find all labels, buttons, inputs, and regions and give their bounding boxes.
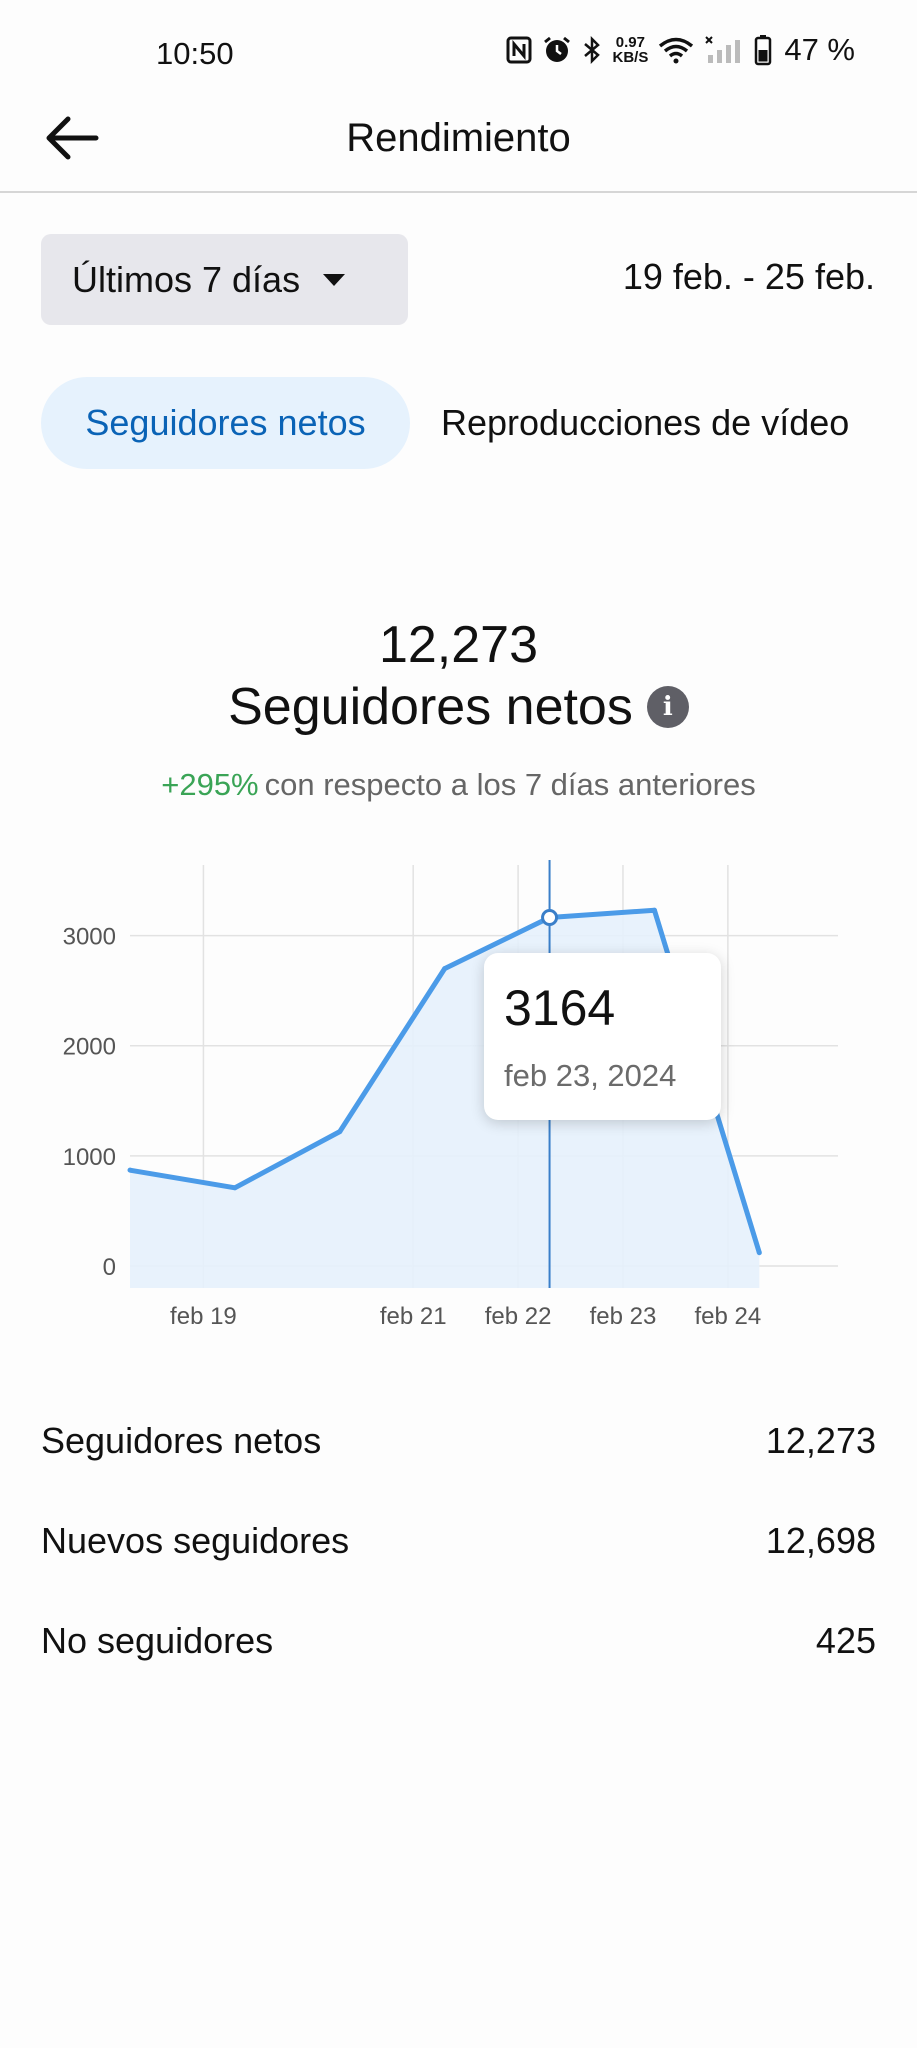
bluetooth-icon <box>584 35 601 65</box>
status-icons: 0.97 KB/S 47 % <box>506 32 855 68</box>
date-range-dropdown-label: Últimos 7 días <box>72 258 301 300</box>
followers-line-chart[interactable]: 0100020003000 feb 19 feb 21 feb 22 feb 23 fe… <box>0 860 917 1340</box>
chart-point-2[interactable] <box>337 1129 343 1135</box>
wifi-icon <box>659 37 694 64</box>
comparison-description: con respecto a los 7 días anteriores <box>264 767 756 802</box>
x-tick-label: feb 24 <box>694 1303 761 1330</box>
stat-value: 425 <box>815 1620 876 1661</box>
tab-seguidores-netos[interactable]: Seguidores netos <box>41 377 410 469</box>
metric-title-row: Seguidores netos i <box>0 677 917 737</box>
chart-point-6[interactable] <box>756 1250 762 1256</box>
comparison-text: +295% con respecto a los 7 días anteriore… <box>0 767 917 803</box>
caret-down-icon <box>323 273 346 286</box>
battery-icon <box>755 35 772 66</box>
comparison-change: +295% <box>161 767 259 802</box>
chart-point-0[interactable] <box>127 1167 133 1173</box>
battery-percentage: 47 % <box>784 32 855 67</box>
metric-tabs: Seguidores netos Reproducciones de vídeo <box>41 377 877 469</box>
stat-row-unfollowers: No seguidores 425 <box>41 1620 876 1720</box>
chart-highlight-marker <box>541 909 559 927</box>
alarm-icon <box>544 36 571 62</box>
tooltip-value: 3164 <box>504 980 616 1036</box>
cellular-signal-icon <box>705 36 741 63</box>
x-tick-label: feb 23 <box>590 1303 657 1330</box>
metric-title: Seguidores netos <box>228 678 633 736</box>
chart-point-1[interactable] <box>232 1185 238 1191</box>
info-icon[interactable]: i <box>646 686 689 728</box>
date-range-dropdown[interactable]: Últimos 7 días <box>41 234 408 325</box>
metric-total-value: 12,273 <box>378 616 539 674</box>
stat-value: 12,698 <box>765 1520 876 1561</box>
chart-point-5[interactable] <box>651 907 657 913</box>
network-speed-value: 0.97 <box>615 34 645 51</box>
stat-value: 12,273 <box>765 1420 876 1461</box>
y-tick-label: 1000 <box>63 1144 116 1171</box>
chart-tooltip: 3164 feb 23, 2024 <box>484 953 721 1120</box>
stat-row-net-followers: Seguidores netos 12,273 <box>41 1420 876 1520</box>
y-tick-label: 2000 <box>63 1034 116 1061</box>
chart-x-tick-labels: feb 19 feb 21 feb 22 feb 23 feb 24 <box>170 1303 761 1330</box>
status-time: 10:50 <box>156 36 234 71</box>
tab-reproducciones-de-video[interactable]: Reproducciones de vídeo <box>441 377 849 469</box>
chart-point-3[interactable] <box>442 966 448 972</box>
y-tick-label: 3000 <box>63 924 116 951</box>
x-tick-label: feb 22 <box>485 1303 552 1330</box>
stat-label: Nuevos seguidores <box>41 1520 350 1561</box>
page-title: Rendimiento <box>346 116 571 160</box>
status-bar: 10:50 0.97 KB/S 47 % <box>0 0 917 110</box>
chart-y-tick-labels: 0 1000 2000 3000 <box>63 924 116 1281</box>
x-tick-label: feb 21 <box>380 1303 447 1330</box>
stats-list: Seguidores netos 12,273 Nuevos seguidore… <box>41 1420 876 1720</box>
network-speed: 0.97 KB/S <box>612 35 648 65</box>
date-range-text: 19 feb. - 25 feb. <box>622 256 875 297</box>
nfc-icon <box>506 36 532 64</box>
stat-label: Seguidores netos <box>41 1420 322 1461</box>
tooltip-date: feb 23, 2024 <box>504 1058 677 1093</box>
network-speed-unit: KB/S <box>612 49 649 66</box>
y-tick-label: 0 <box>103 1254 116 1281</box>
app-header: Rendimiento <box>0 110 917 193</box>
stat-row-new-followers: Nuevos seguidores 12,698 <box>41 1520 876 1620</box>
stat-label: No seguidores <box>41 1620 274 1661</box>
x-tick-label: feb 19 <box>170 1303 237 1330</box>
